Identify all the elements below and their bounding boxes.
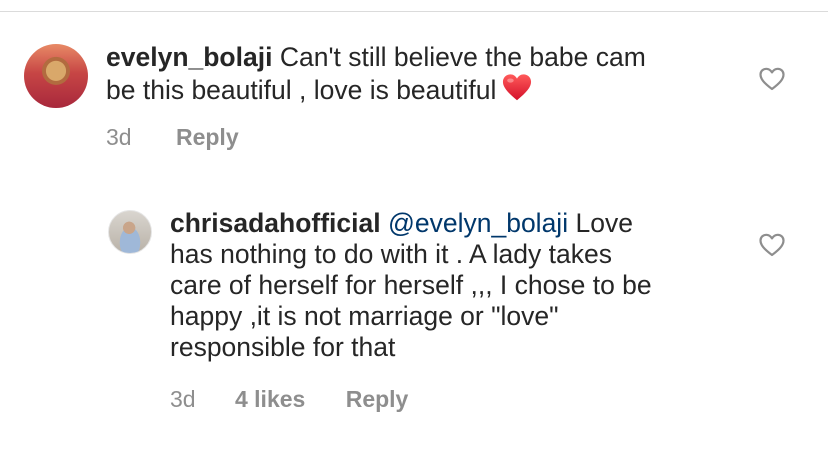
reply-button[interactable]: Reply [176,124,239,150]
comment-text-line-1: Can't still believe the babe cam [279,42,646,72]
comment-line-2: be this beautiful , love is beautiful [106,73,646,110]
heart-outline-icon[interactable] [759,233,785,257]
reply-username[interactable]: chrisadahofficial [170,208,381,238]
reply-text-line-4: happy ,it is not marriage or "love" [170,301,559,331]
comment-body: evelyn_bolaji Can't still believe the ba… [106,42,646,110]
reply-body: chrisadahofficial @evelyn_bolaji Love ha… [170,208,652,363]
red-heart-emoji-icon [502,73,532,110]
avatar[interactable] [24,44,88,108]
reply-text-line-3: care of herself for herself ,,, I chose … [170,270,652,300]
reply-line-1: chrisadahofficial @evelyn_bolaji Love [170,208,652,239]
comment-timestamp: 3d [106,124,132,150]
mention-link[interactable]: @evelyn_bolaji [388,208,568,238]
comments-screen: evelyn_bolaji Can't still believe the ba… [0,0,828,449]
comment-username[interactable]: evelyn_bolaji [106,42,272,72]
comment-meta: 3d Reply [106,124,239,150]
reply-meta: 3d 4 likes Reply [170,386,408,412]
reply-text-line-5: responsible for that [170,332,396,362]
reply-text-line-1: Love [575,208,633,238]
top-divider [0,11,828,12]
likes-count-button[interactable]: 4 likes [235,386,305,412]
comment-text-line-2: be this beautiful , love is beautiful [106,75,497,105]
avatar[interactable] [108,210,152,254]
reply-timestamp: 3d [170,386,196,412]
comment-line-1: evelyn_bolaji Can't still believe the ba… [106,42,646,73]
reply-button[interactable]: Reply [346,386,409,412]
reply-text-line-2: has nothing to do with it . A lady takes [170,239,612,269]
heart-outline-icon[interactable] [759,67,785,91]
